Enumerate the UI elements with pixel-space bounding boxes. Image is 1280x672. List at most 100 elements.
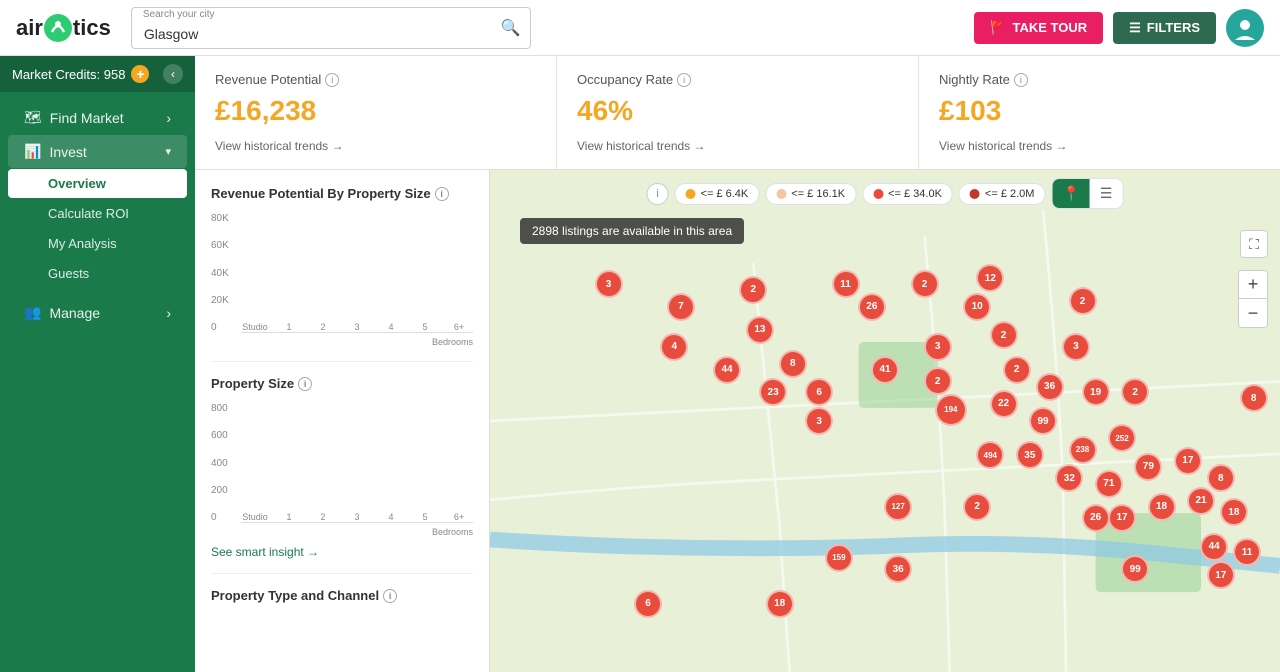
sidebar: Market Credits: 958 + ‹ 🗺 Find Market › …: [0, 56, 195, 672]
occupancy-info-icon[interactable]: i: [677, 73, 691, 87]
map-cluster[interactable]: 26: [1082, 504, 1110, 532]
map-cluster[interactable]: 18: [1148, 493, 1176, 521]
sidebar-sub-item-my-analysis[interactable]: My Analysis: [8, 229, 187, 258]
legend-pill-3[interactable]: <= £ 34.0K: [862, 183, 953, 205]
map-cluster[interactable]: 21: [1187, 487, 1215, 515]
find-market-arrow: ›: [166, 110, 171, 126]
fullscreen-button[interactable]: ⛶: [1240, 230, 1268, 258]
map-cluster[interactable]: 13: [746, 316, 774, 344]
map-cluster[interactable]: 17: [1108, 504, 1136, 532]
map-cluster[interactable]: 6: [805, 378, 833, 406]
map-list-view-button[interactable]: ☰: [1090, 179, 1123, 208]
legend-pill-1[interactable]: <= £ 6.4K: [675, 183, 760, 205]
map-cluster[interactable]: 8: [1207, 464, 1235, 492]
map-cluster[interactable]: 17: [1174, 447, 1202, 475]
map-cluster[interactable]: 194: [935, 394, 967, 426]
occupancy-historical-link[interactable]: View historical trends →: [577, 139, 898, 153]
revenue-bar-group: 6+: [445, 320, 473, 332]
property-size-info[interactable]: i: [298, 377, 312, 391]
map-cluster[interactable]: 10: [963, 293, 991, 321]
map-cluster[interactable]: 11: [1233, 538, 1261, 566]
map-cluster[interactable]: 7: [667, 293, 695, 321]
sidebar-sub-item-calculate-roi[interactable]: Calculate ROI: [8, 199, 187, 228]
map-cluster[interactable]: 41: [871, 356, 899, 384]
map-cluster[interactable]: 2: [963, 493, 991, 521]
map-cluster[interactable]: 252: [1108, 424, 1136, 452]
map-cluster[interactable]: 44: [713, 356, 741, 384]
map-cluster[interactable]: 12: [976, 264, 1004, 292]
sidebar-collapse-button[interactable]: ‹: [163, 64, 183, 84]
sidebar-item-find-market[interactable]: 🗺 Find Market ›: [8, 101, 187, 134]
map-cluster[interactable]: 17: [1207, 561, 1235, 589]
add-credits-button[interactable]: +: [131, 65, 149, 83]
sidebar-sub-item-guests[interactable]: Guests: [8, 259, 187, 288]
sidebar-item-manage[interactable]: 👥 Manage ›: [8, 296, 187, 329]
map-cluster[interactable]: 2: [739, 276, 767, 304]
property-type-title: Property Type and Channel i: [211, 588, 473, 603]
map-cluster[interactable]: 99: [1121, 555, 1149, 583]
revenue-historical-link[interactable]: View historical trends →: [215, 139, 536, 153]
map-cluster[interactable]: 6: [634, 590, 662, 618]
nightly-rate-info-icon[interactable]: i: [1014, 73, 1028, 87]
property-type-info[interactable]: i: [383, 589, 397, 603]
revenue-info-icon[interactable]: i: [325, 73, 339, 87]
section-divider-1: [211, 361, 473, 362]
map-cluster[interactable]: 3: [1062, 333, 1090, 361]
filters-button[interactable]: ☰ FILTERS: [1113, 12, 1216, 44]
map-cluster[interactable]: 4: [660, 333, 688, 361]
zoom-out-button[interactable]: −: [1239, 299, 1267, 327]
revenue-bar-group: Studio: [241, 320, 269, 332]
legend-pill-4[interactable]: <= £ 2.0M: [959, 183, 1046, 205]
map-cluster[interactable]: 18: [766, 590, 794, 618]
map-cluster[interactable]: 159: [825, 544, 853, 572]
map-cluster[interactable]: 44: [1200, 533, 1228, 561]
map-cluster[interactable]: 79: [1134, 453, 1162, 481]
map-pin-view-button[interactable]: 📍: [1052, 179, 1089, 208]
section-divider-2: [211, 573, 473, 574]
map-info-icon[interactable]: i: [647, 183, 669, 205]
map-cluster[interactable]: 99: [1029, 407, 1057, 435]
map-cluster[interactable]: 2: [990, 321, 1018, 349]
map-cluster[interactable]: 3: [595, 270, 623, 298]
map-cluster[interactable]: 11: [832, 270, 860, 298]
map-cluster[interactable]: 127: [884, 493, 912, 521]
map-cluster[interactable]: 71: [1095, 470, 1123, 498]
legend-pill-2[interactable]: <= £ 16.1K: [765, 183, 856, 205]
user-avatar[interactable]: [1226, 9, 1264, 47]
map-cluster[interactable]: 19: [1082, 378, 1110, 406]
map-cluster[interactable]: 8: [779, 350, 807, 378]
bar-x-label: Studio: [242, 322, 268, 332]
map-clusters: 3413211726212104486233413219423236222994…: [490, 170, 1280, 672]
revenue-chart-title: Revenue Potential By Property Size i: [211, 186, 473, 201]
map-cluster[interactable]: 3: [924, 333, 952, 361]
take-tour-button[interactable]: 🚩 TAKE TOUR: [974, 12, 1103, 44]
map-cluster[interactable]: 2: [1003, 356, 1031, 384]
map-cluster[interactable]: 36: [884, 555, 912, 583]
map-cluster[interactable]: 26: [858, 293, 886, 321]
map-cluster[interactable]: 8: [1240, 384, 1268, 412]
zoom-in-button[interactable]: +: [1239, 271, 1267, 299]
sidebar-sub-item-overview[interactable]: Overview: [8, 169, 187, 198]
map-cluster[interactable]: 23: [759, 378, 787, 406]
map-cluster[interactable]: 35: [1016, 441, 1044, 469]
property-size-title: Property Size i: [211, 376, 473, 391]
map-cluster[interactable]: 22: [990, 390, 1018, 418]
map-cluster[interactable]: 32: [1055, 464, 1083, 492]
map-cluster[interactable]: 2: [911, 270, 939, 298]
market-credits[interactable]: Market Credits: 958 + ‹: [0, 56, 195, 92]
map-cluster[interactable]: 3: [805, 407, 833, 435]
map-cluster[interactable]: 238: [1069, 436, 1097, 464]
revenue-chart-info[interactable]: i: [435, 187, 449, 201]
map-cluster[interactable]: 2: [924, 367, 952, 395]
search-icon[interactable]: 🔍: [501, 18, 521, 38]
bar-x-label: 6+: [454, 322, 464, 332]
map-cluster[interactable]: 2: [1069, 287, 1097, 315]
nightly-rate-historical-link[interactable]: View historical trends →: [939, 139, 1260, 153]
map-cluster[interactable]: 18: [1220, 498, 1248, 526]
sidebar-item-invest[interactable]: 📊 Invest ▾: [8, 135, 187, 168]
map-cluster[interactable]: 2: [1121, 378, 1149, 406]
stat-card-occupancy: Occupancy Rate i 46% View historical tre…: [557, 56, 919, 169]
map-cluster[interactable]: 36: [1036, 373, 1064, 401]
see-smart-insight-link[interactable]: See smart insight →: [211, 545, 473, 559]
map-cluster[interactable]: 494: [976, 441, 1004, 469]
